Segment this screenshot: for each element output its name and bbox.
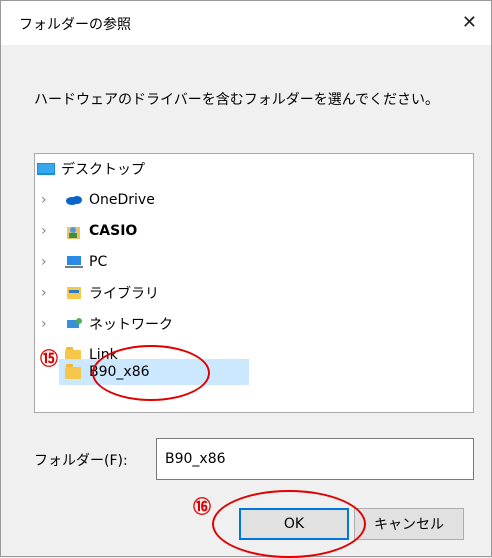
folder-icon xyxy=(65,364,83,379)
tree-item-casio[interactable]: › CASIO xyxy=(41,218,137,244)
instruction-text: ハードウェアのドライバーを含むフォルダーを選んでください。 xyxy=(34,92,440,108)
folder-browse-dialog: フォルダーの参照 ✕ ハードウェアのドライバーを含むフォルダーを選んでください。… xyxy=(0,0,492,557)
chevron-right-icon[interactable]: › xyxy=(41,254,53,270)
tree-item-label: CASIO xyxy=(89,223,138,239)
computer-icon xyxy=(65,255,83,269)
annotation-step-15: ⑮ xyxy=(40,349,58,370)
title-bar: フォルダーの参照 ✕ xyxy=(1,1,491,45)
chevron-right-icon[interactable]: › xyxy=(41,285,53,301)
folder-input[interactable] xyxy=(156,438,474,480)
tree-item-label: ネットワーク xyxy=(89,317,173,333)
dialog-title: フォルダーの参照 xyxy=(19,17,131,33)
library-icon xyxy=(65,286,83,300)
tree-item-network[interactable]: › ネットワーク xyxy=(41,311,173,337)
network-icon xyxy=(65,317,83,331)
desktop-icon xyxy=(37,162,55,176)
tree-item-pc[interactable]: › PC xyxy=(41,249,107,275)
annotation-step-16: ⑯ xyxy=(193,497,211,518)
tree-item-library[interactable]: › ライブラリ xyxy=(41,280,159,306)
user-icon xyxy=(65,224,83,239)
chevron-right-icon[interactable]: › xyxy=(41,192,53,208)
tree-item-label: PC xyxy=(89,254,108,270)
chevron-right-icon[interactable]: › xyxy=(41,223,53,239)
cancel-button[interactable]: キャンセル xyxy=(354,508,464,540)
close-icon[interactable]: ✕ xyxy=(462,12,477,33)
folder-field-label: フォルダー(F): xyxy=(34,453,128,469)
tree-item-desktop[interactable]: デスクトップ xyxy=(37,156,145,182)
tree-item-onedrive[interactable]: › OneDrive xyxy=(41,187,155,213)
tree-item-label: デスクトップ xyxy=(61,162,145,178)
chevron-right-icon[interactable]: › xyxy=(41,316,53,332)
annotation-ellipse-ok xyxy=(212,490,366,558)
cloud-icon xyxy=(65,193,83,207)
annotation-ellipse-folder xyxy=(92,345,210,401)
tree-item-label: OneDrive xyxy=(89,192,155,208)
tree-item-label: ライブラリ xyxy=(89,286,159,302)
